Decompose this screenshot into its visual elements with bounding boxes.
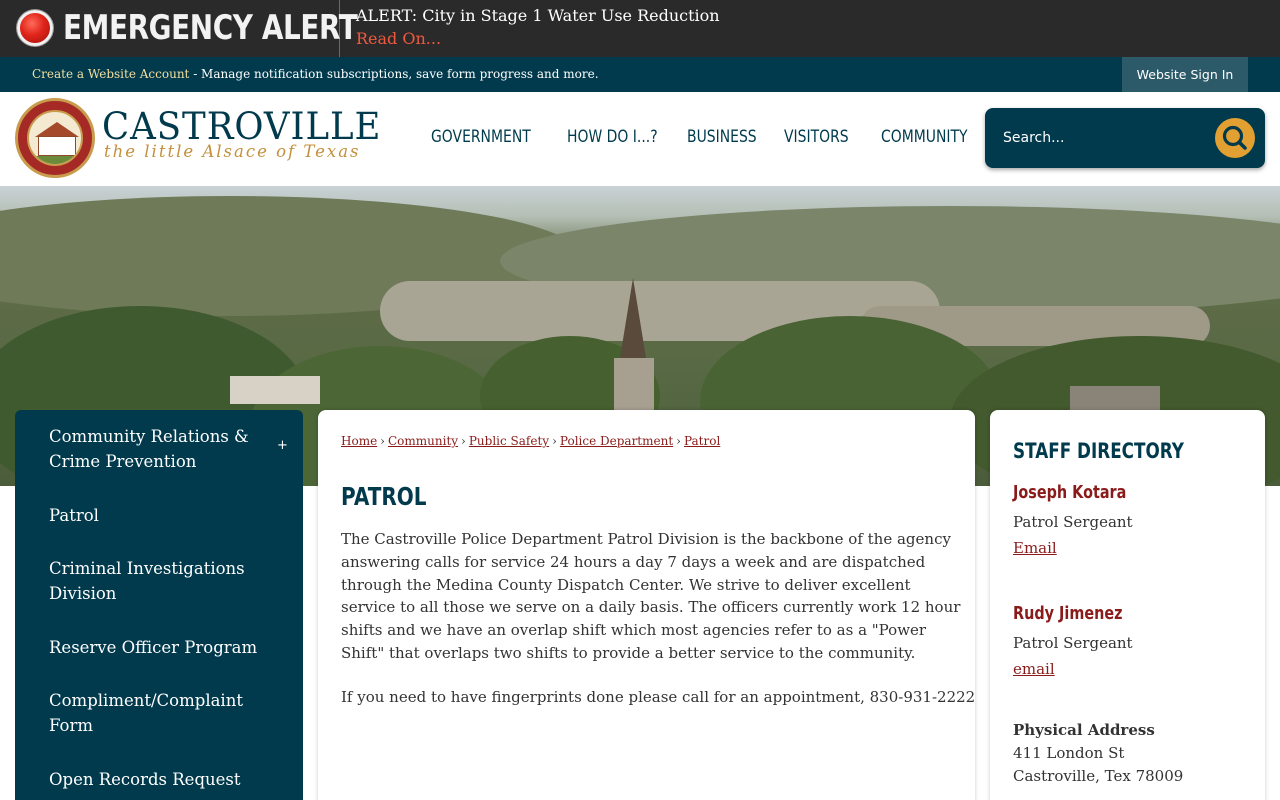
staff-directory-title: STAFF DIRECTORY	[1013, 439, 1184, 463]
sidebar-item-community-relations[interactable]: Community Relations & Crime Prevention	[49, 424, 269, 474]
nav-how-do-i[interactable]: HOW DO I...?	[567, 127, 658, 147]
breadcrumb-patrol[interactable]: Patrol	[684, 434, 720, 448]
search-button[interactable]	[1215, 118, 1255, 158]
section-sidebar-nav: Community Relations & Crime Prevention +…	[15, 410, 303, 800]
site-header: CASTROVILLE the little Alsace of Texas G…	[0, 92, 1280, 186]
staff-email-link[interactable]: email	[1013, 660, 1055, 678]
page-title: PATROL	[341, 482, 427, 511]
fingerprint-notice: If you need to have fingerprints done pl…	[341, 688, 976, 706]
search-box	[985, 108, 1265, 168]
breadcrumb-separator: ›	[552, 434, 557, 448]
sidebar-item-criminal-investigations[interactable]: Criminal Investigations Division	[49, 556, 269, 606]
city-seal-logo[interactable]	[15, 98, 95, 178]
staff-directory-panel: STAFF DIRECTORY Joseph Kotara Patrol Ser…	[990, 410, 1265, 800]
address-city: Castroville, Tex 78009	[1013, 767, 1184, 785]
main-content: Home › Community › Public Safety › Police Depa…	[318, 410, 975, 800]
breadcrumb-separator: ›	[676, 434, 681, 448]
seal-inner	[27, 110, 83, 166]
seal-ground-shape	[29, 156, 81, 164]
search-input[interactable]	[1003, 126, 1203, 150]
address-label: Physical Address	[1013, 721, 1155, 739]
address-street: 411 London St	[1013, 744, 1125, 762]
staff-name: Joseph Kotara	[1013, 482, 1127, 503]
sidebar-item-patrol[interactable]: Patrol	[49, 503, 269, 528]
church-steeple-shape	[620, 278, 646, 358]
website-sign-in-button[interactable]: Website Sign In	[1122, 57, 1248, 92]
nav-business[interactable]: BUSINESS	[687, 127, 757, 147]
breadcrumb-separator: ›	[461, 434, 466, 448]
breadcrumb-separator: ›	[380, 434, 385, 448]
nav-community[interactable]: COMMUNITY	[881, 127, 968, 147]
staff-role: Patrol Sergeant	[1013, 513, 1133, 531]
sidebar-item-reserve-officer[interactable]: Reserve Officer Program	[49, 635, 269, 660]
alert-light-icon	[17, 10, 53, 46]
alert-read-on-link[interactable]: Read On...	[356, 29, 441, 48]
breadcrumb-police-department[interactable]: Police Department	[560, 434, 673, 448]
seal-house-shape	[38, 136, 76, 156]
search-icon	[1222, 125, 1247, 150]
account-description: - Manage notification subscriptions, sav…	[189, 67, 599, 81]
church-tower-shape	[614, 358, 654, 418]
account-bar: Create a Website Account - Manage notifi…	[0, 57, 1280, 92]
staff-name: Rudy Jimenez	[1013, 603, 1123, 624]
account-notice: Create a Website Account - Manage notifi…	[32, 67, 599, 81]
alert-label-block: EMERGENCY ALERT	[0, 0, 358, 57]
patrol-description: The Castroville Police Department Patrol…	[341, 530, 961, 662]
alert-message: ALERT: City in Stage 1 Water Use Reducti…	[356, 6, 720, 25]
nav-government[interactable]: GOVERNMENT	[431, 127, 531, 147]
emergency-alert-bar: EMERGENCY ALERT ALERT: City in Stage 1 W…	[0, 0, 1280, 57]
staff-role: Patrol Sergeant	[1013, 634, 1133, 652]
plus-icon[interactable]: +	[277, 438, 288, 453]
staff-email-link[interactable]: Email	[1013, 539, 1057, 557]
alert-title: EMERGENCY ALERT	[63, 8, 358, 48]
breadcrumb-home[interactable]: Home	[341, 434, 377, 448]
sidebar-item-open-records[interactable]: Open Records Request	[49, 767, 269, 792]
breadcrumb-community[interactable]: Community	[388, 434, 458, 448]
sidebar-item-compliment-complaint[interactable]: Compliment/Complaint Form	[49, 688, 269, 738]
create-account-link[interactable]: Create a Website Account	[32, 67, 189, 81]
nav-visitors[interactable]: VISITORS	[784, 127, 849, 147]
breadcrumb-public-safety[interactable]: Public Safety	[469, 434, 549, 448]
seal-roof-shape	[35, 122, 79, 137]
breadcrumb: Home › Community › Public Safety › Police Depa…	[341, 434, 720, 448]
logo-tagline: the little Alsace of Texas	[104, 142, 361, 161]
